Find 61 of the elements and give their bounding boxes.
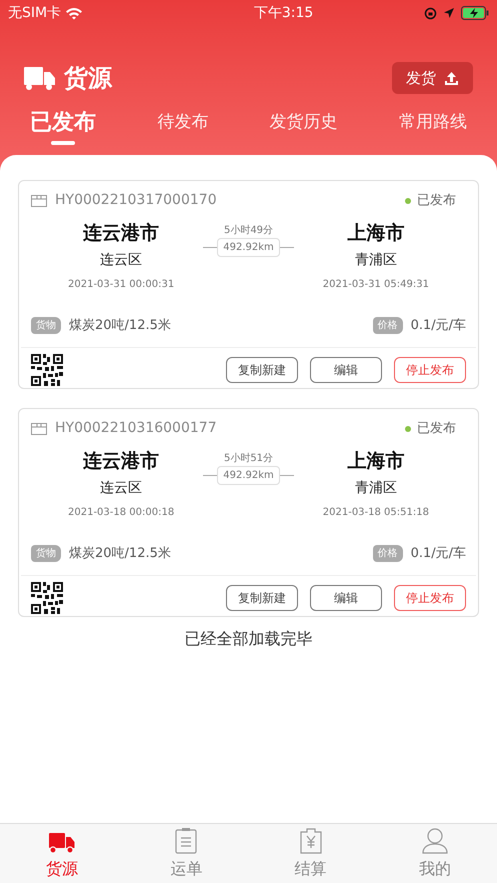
info-text: 煤炭20吨/12.5米 [69, 316, 171, 334]
district-name: 连云区 [100, 478, 142, 498]
tag-badge: 货物 [31, 544, 61, 562]
nav-tab[interactable]: 结算 [248, 824, 373, 883]
yuan-bill-icon [300, 828, 322, 854]
stop-button[interactable]: 停止发布 [394, 585, 466, 611]
tag-badge: 货物 [31, 316, 61, 334]
page-title: 货源 [64, 63, 112, 94]
order-id: HY0002210317000170 [55, 191, 217, 210]
rotation-lock-icon [424, 6, 437, 20]
clipboard-icon [175, 828, 198, 854]
clock-text: 下午3:15 [254, 4, 314, 22]
city-name: 上海市 [347, 221, 404, 246]
person-icon [422, 828, 448, 854]
truck-icon [49, 832, 76, 854]
nav-tab[interactable]: 我的 [372, 824, 497, 883]
status-text: 已发布 [417, 420, 456, 438]
wifi-icon [65, 6, 84, 20]
distance-label: 492.92km [217, 238, 280, 257]
district-name: 青浦区 [354, 478, 397, 498]
package-icon [31, 422, 47, 434]
location-icon [443, 7, 455, 19]
action-button[interactable]: 编辑 [310, 357, 382, 383]
stop-button[interactable]: 停止发布 [394, 357, 466, 383]
end-message: 已经全部加载完毕 [184, 628, 314, 650]
ship-button[interactable]: 发货 [392, 62, 473, 94]
city-name: 连云港市 [83, 221, 160, 246]
qr-code-icon [31, 582, 63, 614]
package-icon [31, 194, 47, 206]
info-text: 煤炭20吨/12.5米 [69, 544, 171, 562]
district-name: 连云区 [100, 250, 142, 270]
action-button[interactable]: 复制新建 [226, 585, 298, 611]
action-button[interactable]: 复制新建 [226, 357, 298, 383]
tab[interactable]: 已发布 [30, 102, 96, 145]
qr-code-icon [31, 354, 63, 386]
district-name: 青浦区 [354, 250, 397, 270]
carrier-text: 无SIM卡 [8, 4, 62, 22]
city-name: 连云港市 [83, 449, 160, 474]
tab[interactable]: 待发布 [157, 102, 208, 145]
date-time: 2021-03-18 05:51:18 [322, 506, 429, 520]
date-time: 2021-03-31 00:00:31 [68, 278, 174, 292]
date-time: 2021-03-31 05:49:31 [322, 278, 429, 292]
city-name: 上海市 [347, 449, 404, 474]
tab[interactable]: 发货历史 [270, 102, 338, 145]
tag-badge: 价格 [372, 316, 403, 334]
status-text: 已发布 [417, 192, 456, 210]
tag-badge: 价格 [372, 544, 403, 562]
order-id: HY0002210316000177 [55, 419, 217, 438]
nav-tab[interactable]: 货源 [0, 824, 124, 883]
action-button[interactable]: 编辑 [310, 585, 382, 611]
info-text: 0.1/元/车 [410, 316, 466, 334]
distance-label: 492.92km [217, 466, 280, 485]
date-time: 2021-03-18 00:00:18 [68, 506, 174, 520]
tab[interactable]: 常用路线 [398, 102, 467, 145]
upload-icon [444, 70, 459, 86]
duration-text: 5小时49分 [224, 224, 274, 238]
duration-text: 5小时51分 [224, 452, 274, 466]
truck-icon [24, 66, 56, 90]
nav-tab[interactable]: 运单 [124, 824, 248, 883]
info-text: 0.1/元/车 [410, 544, 466, 562]
battery-icon [461, 6, 489, 20]
